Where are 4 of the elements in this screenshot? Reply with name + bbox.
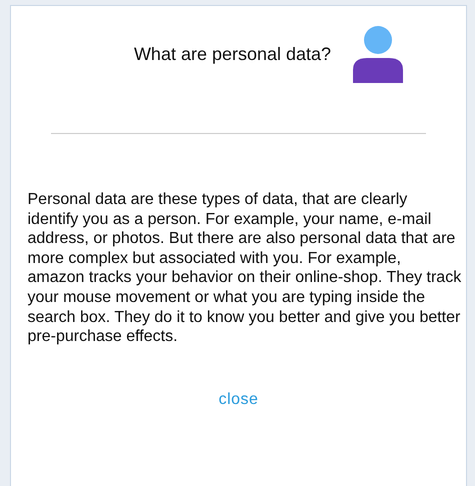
person-icon [353, 26, 404, 83]
close-link[interactable]: close [218, 390, 258, 409]
description-text: Personal data are these types of data, that are clearly identify you as a person. For example, your name, e-mail address, or photos. But there are also personal data that are more complex but associated with you. For example, amazon tracks your behavior on their online-shop. They track your mouse movement or what you are typing inside the search box. They do it to know you better and give you better pre-purchase effects. [28, 190, 462, 347]
dialog-title: What are personal data? [134, 44, 332, 65]
